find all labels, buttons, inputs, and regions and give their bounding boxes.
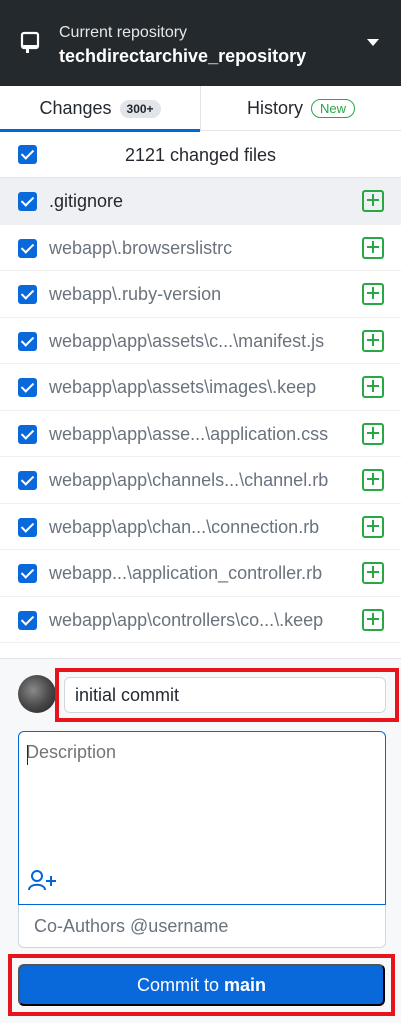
changed-files-header: 2121 changed files (0, 131, 401, 178)
commit-branch-name: main (224, 974, 267, 995)
file-added-icon (362, 329, 384, 352)
file-checkbox[interactable] (18, 238, 37, 258)
file-checkbox[interactable] (18, 378, 37, 397)
tab-changes[interactable]: Changes 300+ (0, 86, 200, 132)
file-row[interactable]: webapp\app\assets\c...\manifest.js (0, 318, 401, 364)
file-checkbox[interactable] (18, 192, 37, 211)
changes-count-badge: 300+ (119, 99, 161, 118)
file-added-icon (362, 469, 384, 491)
file-path: webapp\.ruby-version (49, 284, 222, 304)
file-path: .gitignore (49, 191, 124, 211)
file-path: webapp...\application_controller.rb (49, 563, 323, 583)
chevron-down-icon[interactable] (367, 39, 379, 46)
file-path: webapp\app\assets\c...\manifest.js (49, 330, 325, 351)
tab-history-label: History (246, 98, 303, 118)
commit-button[interactable]: Commit to main (18, 964, 385, 1006)
file-added-icon (362, 283, 384, 305)
new-badge: New (311, 99, 356, 118)
tab-bar: Changes 300+ History New (0, 86, 401, 132)
file-row[interactable]: .gitignore (0, 178, 401, 225)
file-row[interactable]: webapp\.browserslistrc (0, 225, 401, 271)
file-checkbox[interactable] (18, 331, 37, 351)
file-row[interactable]: webapp\app\chan...\connection.rb (0, 504, 401, 550)
file-added-icon (362, 608, 384, 631)
file-checkbox[interactable] (18, 564, 37, 583)
commit-summary-input[interactable] (64, 677, 386, 713)
file-added-icon (362, 422, 384, 445)
commit-description-input[interactable] (26, 742, 376, 862)
file-list: .gitignore webapp\.browserslistrc webapp… (0, 178, 401, 643)
file-checkbox[interactable] (18, 285, 37, 304)
avatar (18, 675, 56, 713)
file-added-icon (362, 190, 384, 212)
file-checkbox[interactable] (18, 610, 37, 630)
changed-files-count: 2121 changed files (124, 145, 277, 165)
repo-icon (20, 31, 40, 53)
file-path: webapp\app\assets\images\.keep (49, 377, 317, 397)
file-path: webapp\app\controllers\co...\.keep (49, 609, 324, 630)
file-added-icon (362, 236, 384, 259)
file-path: webapp\app\chan...\connection.rb (49, 516, 320, 537)
file-row[interactable]: webapp\.ruby-version (0, 271, 401, 318)
file-row[interactable]: webapp\app\asse...\application.css (0, 411, 401, 457)
file-added-icon (362, 515, 384, 538)
repository-selector[interactable]: Current repository techdirectarchive_rep… (0, 0, 401, 86)
commit-button-label: Commit to (136, 974, 219, 995)
file-added-icon (362, 562, 384, 584)
file-path: webapp\.browserslistrc (49, 237, 233, 258)
repository-name: techdirectarchive_repository (59, 46, 307, 66)
tab-history[interactable]: History New (200, 86, 401, 131)
file-added-icon (362, 376, 384, 398)
file-checkbox[interactable] (18, 517, 37, 537)
text-caret (27, 745, 28, 765)
file-checkbox[interactable] (18, 471, 37, 490)
tab-changes-label: Changes (39, 98, 112, 118)
file-row[interactable]: webapp\app\controllers\co...\.keep (0, 597, 401, 643)
file-row[interactable]: webapp...\application_controller.rb (0, 550, 401, 597)
repository-label: Current repository (59, 24, 188, 41)
add-coauthor-icon[interactable] (27, 868, 59, 894)
coauthors-placeholder: Co-Authors @username (34, 916, 229, 936)
file-row[interactable]: webapp\app\channels...\channel.rb (0, 457, 401, 504)
file-path: webapp\app\channels...\channel.rb (49, 470, 329, 490)
file-checkbox[interactable] (18, 424, 37, 444)
file-path: webapp\app\asse...\application.css (49, 423, 329, 444)
file-row[interactable]: webapp\app\assets\images\.keep (0, 364, 401, 411)
